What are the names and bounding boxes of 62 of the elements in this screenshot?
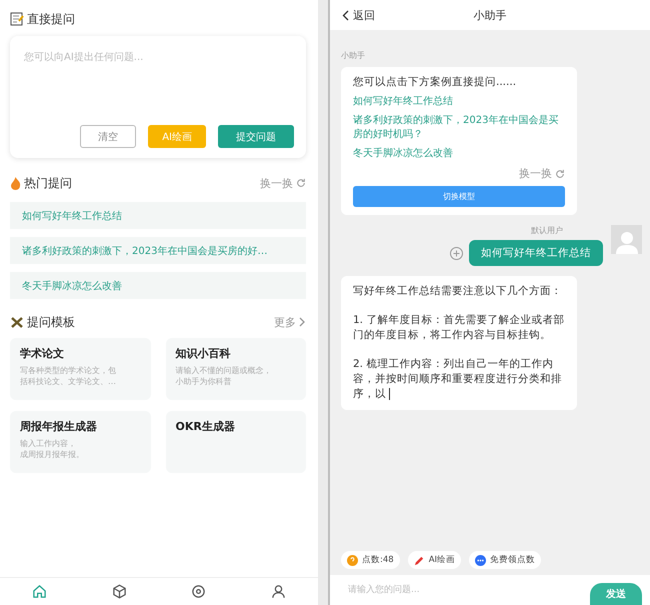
nav-tab[interactable]: [191, 584, 206, 599]
tools-icon: [10, 316, 24, 328]
page-title: 小助手: [474, 8, 506, 22]
hot-question[interactable]: 诸多利好政策的刺激下，2023年在中国会是买房的好…: [10, 237, 306, 264]
template-title: OKR生成器: [176, 419, 236, 434]
example-question[interactable]: 冬天手脚冰凉怎么改善: [353, 147, 565, 161]
hot-question[interactable]: 冬天手脚冰凉怎么改善: [10, 272, 306, 299]
pen-icon: [414, 554, 425, 566]
action-chip[interactable]: 免费领点数: [469, 551, 542, 569]
submit-button[interactable]: 提交问题: [218, 125, 294, 148]
chat-icon: [475, 554, 486, 566]
template-card[interactable]: OKR生成器: [166, 411, 306, 473]
template-card[interactable]: 周报年报生成器 输入工作内容， 成周报月报年报。: [10, 411, 150, 473]
template-description: 小助手为你科普: [176, 376, 232, 387]
user-name: 默认用户: [531, 225, 563, 236]
target-icon: [191, 584, 206, 599]
template-title: 学术论文: [20, 346, 65, 361]
send-button[interactable]: 发送: [590, 583, 642, 605]
template-card[interactable]: 知识小百科 请输入不懂的问题或概念， 小助手为你科普: [166, 338, 306, 400]
ai-drawing-button[interactable]: AI绘画: [148, 125, 206, 148]
nav-tab[interactable]: [112, 584, 127, 599]
intro-text: 您可以点击下方案例直接提问......: [353, 75, 518, 90]
flame-icon: [10, 176, 21, 190]
question-icon: [347, 554, 358, 566]
cube-icon: [112, 584, 127, 599]
action-chip[interactable]: AI绘画: [408, 551, 462, 569]
refresh-link[interactable]: 换一换: [260, 176, 306, 190]
user-icon: [270, 584, 286, 599]
template-card[interactable]: 学术论文 写各种类型的学术论文，包 括科技论文、文学论文、…: [10, 338, 150, 400]
section-title: 直接提问: [27, 10, 75, 28]
answer-paragraph: 写好年终工作总结需要注意以下几个方面：: [353, 284, 563, 299]
template-description: 写各种类型的学术论文，包: [20, 365, 117, 376]
refresh-link[interactable]: 换一换: [519, 166, 565, 181]
hot-question[interactable]: 如何写好年终工作总结: [10, 202, 306, 229]
chevron-left-icon: [342, 10, 349, 20]
chevron-right-icon: [299, 317, 306, 327]
action-chip[interactable]: 点数:48: [341, 551, 400, 569]
nav-tab[interactable]: [32, 584, 48, 599]
notepad-icon: [10, 12, 24, 26]
refresh-icon: [296, 178, 306, 188]
home-icon: [32, 584, 48, 599]
refresh-icon: [555, 168, 565, 178]
switch-model-button[interactable]: 切换模型: [353, 186, 565, 207]
example-question[interactable]: 诸多利好政策的刺激下，2023年在中国会是买房的好时机吗？: [353, 114, 565, 142]
user-message: 如何写好年终工作总结: [469, 240, 603, 266]
nav-tab[interactable]: [270, 584, 286, 599]
template-description: 括科技论文、文学论文、…: [20, 376, 117, 387]
clear-button[interactable]: 清空: [80, 125, 136, 148]
more-link[interactable]: 更多: [274, 314, 306, 330]
template-title: 知识小百科: [176, 346, 232, 361]
answer-paragraph: 2. 梳理工作内容：列出自己一年的工作内容，并按时间顺序和重要程度进行分类和排序，以: [353, 357, 563, 402]
user-icon: [616, 230, 638, 254]
template-description: 输入工作内容，: [20, 438, 77, 449]
example-question[interactable]: 如何写好年终工作总结: [353, 95, 565, 109]
template-description: 成周报月报年报。: [20, 449, 85, 460]
bot-name: 小助手: [341, 50, 366, 61]
back-button[interactable]: 返回: [342, 8, 375, 22]
template-description: 请输入不懂的问题或概念，: [176, 365, 272, 376]
section-title: 提问模板: [27, 314, 75, 330]
section-title: 热门提问: [24, 174, 72, 192]
template-title: 周报年报生成器: [20, 419, 98, 434]
answer-paragraph: 1. 了解年度目标：首先需要了解企业或者部门的年度目标，将工作内容与目标挂钩。: [353, 313, 565, 343]
